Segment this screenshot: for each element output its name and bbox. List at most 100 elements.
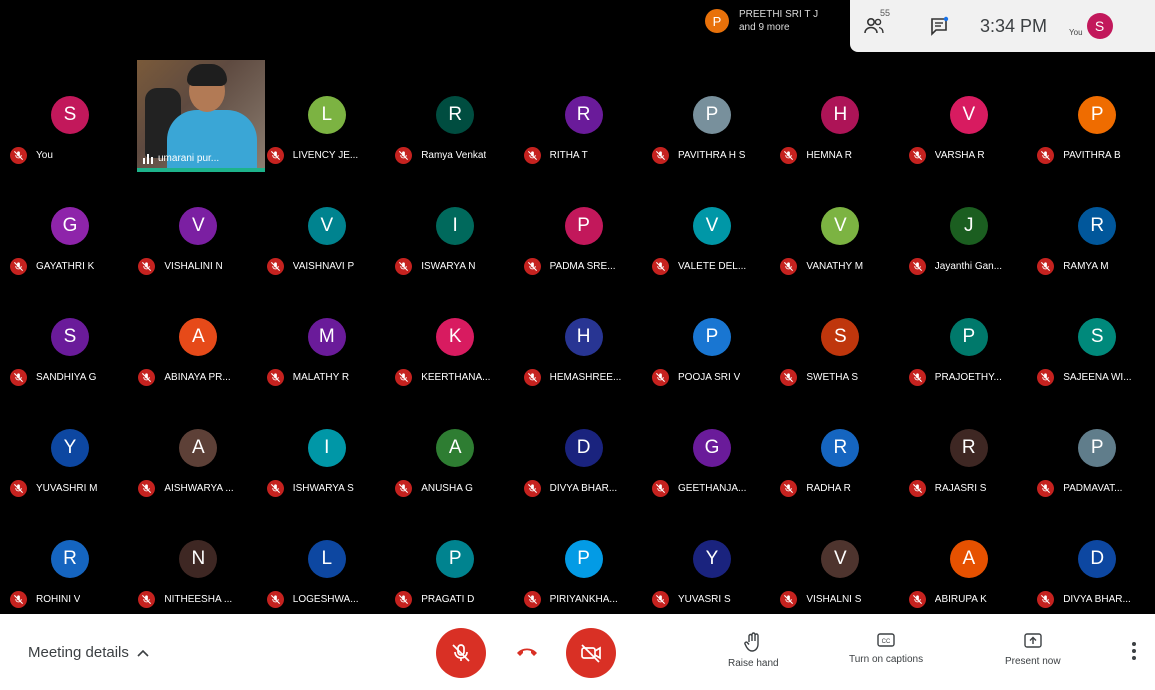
- leave-call-button[interactable]: [515, 644, 539, 663]
- participant-nameline: PAVITHRA H S: [652, 144, 772, 166]
- chat-icon: [931, 16, 949, 36]
- mic-muted-icon: [652, 590, 669, 608]
- video-tile-name: umarani pur...: [158, 153, 220, 164]
- participant-tile[interactable]: H HEMASHREE...: [520, 278, 648, 388]
- participant-nameline: PADMAVAT...: [1037, 477, 1155, 499]
- participant-name: PADMA SRE...: [549, 260, 616, 272]
- participant-name: ISWARYA N: [421, 260, 476, 272]
- camera-off-icon: [581, 644, 601, 663]
- participant-nameline: DIVYA BHAR...: [523, 477, 644, 499]
- meeting-details-button[interactable]: Meeting details: [28, 644, 149, 661]
- mic-muted-icon: [1037, 368, 1055, 386]
- audio-level-icon: [143, 153, 153, 164]
- you-label: You: [1069, 28, 1083, 37]
- participant-tile[interactable]: V VANATHY M: [776, 167, 904, 277]
- participant-avatar: K: [436, 318, 475, 356]
- participant-tile[interactable]: N NITHEESHA ...: [134, 500, 262, 610]
- participant-tile[interactable]: R RAJASRI S: [905, 389, 1033, 499]
- participants-button[interactable]: 55: [862, 8, 890, 38]
- participant-name: LOGESHWA...: [292, 593, 359, 605]
- participant-tile[interactable]: S You: [6, 56, 134, 166]
- participant-avatar: I: [307, 429, 346, 467]
- participant-tile[interactable]: P POOJA SRI V: [648, 278, 776, 388]
- participant-tile[interactable]: J Jayanthi Gan...: [905, 167, 1033, 277]
- participant-tile[interactable]: I ISHWARYA S: [263, 389, 391, 499]
- presenter-indicator[interactable]: P PREETHI SRI T J and 9 more: [705, 8, 818, 34]
- participant-tile[interactable]: D DIVYA BHAR...: [520, 389, 648, 499]
- participant-tile[interactable]: R RADHA R: [776, 389, 904, 499]
- participant-name: HEMNA R: [806, 149, 852, 161]
- present-now-button[interactable]: Present now: [1005, 632, 1061, 667]
- participant-avatar: D: [564, 429, 603, 467]
- participant-tile[interactable]: M MALATHY R: [263, 278, 391, 388]
- mic-muted-icon: [395, 479, 413, 497]
- participant-tile[interactable]: K KEERTHANA...: [391, 278, 519, 388]
- participant-tile[interactable]: P PADMAVAT...: [1033, 389, 1155, 499]
- camera-toggle-button[interactable]: [566, 628, 616, 678]
- participant-tile[interactable]: Y YUVASRI S: [648, 500, 776, 610]
- participant-tile[interactable]: H HEMNA R: [776, 56, 904, 166]
- more-options-button[interactable]: [1131, 642, 1137, 660]
- self-avatar: S: [1086, 13, 1113, 39]
- participant-name: PRAJOETHY...: [934, 371, 1002, 383]
- mic-muted-icon: [266, 590, 284, 608]
- participant-avatar: V: [179, 207, 218, 245]
- participant-tile[interactable]: V VARSHA R: [905, 56, 1033, 166]
- participant-tile[interactable]: G GAYATHRI K: [6, 167, 134, 277]
- participant-name: PRAGATI D: [421, 593, 475, 605]
- mic-muted-icon: [266, 479, 284, 497]
- captions-button[interactable]: CC Turn on captions: [849, 632, 923, 665]
- participant-tile[interactable]: D DIVYA BHAR...: [1033, 500, 1155, 610]
- participant-tile[interactable]: S SWETHA S: [776, 278, 904, 388]
- participant-tile[interactable]: A ABINAYA PR...: [134, 278, 262, 388]
- participant-name: LIVENCY JE...: [292, 149, 359, 161]
- self-account[interactable]: You S: [1069, 13, 1113, 39]
- participant-avatar: R: [564, 96, 603, 134]
- participant-name: ROHINI V: [36, 593, 81, 605]
- participant-tile[interactable]: G GEETHANJA...: [648, 389, 776, 499]
- participant-tile[interactable]: V VALETE DEL...: [648, 167, 776, 277]
- mic-muted-icon: [1037, 590, 1055, 608]
- mic-muted-icon: [523, 257, 541, 275]
- participant-tile[interactable]: R ROHINI V: [6, 500, 134, 610]
- participant-tile[interactable]: A AISHWARYA ...: [134, 389, 262, 499]
- participant-tile[interactable]: R RITHA T: [520, 56, 648, 166]
- participant-tile[interactable]: A ANUSHA G: [391, 389, 519, 499]
- participant-tile[interactable]: P PRAGATI D: [391, 500, 519, 610]
- participant-tile[interactable]: P PADMA SRE...: [520, 167, 648, 277]
- microphone-toggle-button[interactable]: [436, 628, 486, 678]
- participant-name: VANATHY M: [806, 260, 864, 272]
- participant-tile[interactable]: L LOGESHWA...: [263, 500, 391, 610]
- mic-muted-icon: [10, 590, 27, 608]
- participant-tile[interactable]: P PRAJOETHY...: [905, 278, 1033, 388]
- participant-tile[interactable]: I ISWARYA N: [391, 167, 519, 277]
- participant-tile[interactable]: A ABIRUPA K: [905, 500, 1033, 610]
- mic-muted-icon: [395, 257, 413, 275]
- participant-name: SWETHA S: [806, 371, 859, 383]
- participant-avatar: R: [949, 429, 988, 467]
- participant-avatar: V: [693, 207, 731, 245]
- participant-tile[interactable]: V VAISHNAVI P: [263, 167, 391, 277]
- participant-nameline: VANATHY M: [780, 255, 900, 277]
- participant-tile[interactable]: P PIRIYANKHA...: [520, 500, 648, 610]
- participant-name: NITHEESHA ...: [164, 593, 233, 605]
- participant-tile[interactable]: L LIVENCY JE...: [263, 56, 391, 166]
- participant-tile[interactable]: P PAVITHRA H S: [648, 56, 776, 166]
- video-tile[interactable]: umarani pur...: [137, 60, 265, 172]
- raise-hand-button[interactable]: Raise hand: [728, 632, 779, 669]
- participant-avatar: P: [693, 318, 731, 356]
- participant-tile[interactable]: S SANDHIYA G: [6, 278, 134, 388]
- participant-tile[interactable]: R Ramya Venkat: [391, 56, 519, 166]
- participant-tile[interactable]: P PAVITHRA B: [1033, 56, 1155, 166]
- participant-avatar: P: [564, 540, 603, 578]
- more-vert-icon: [1132, 642, 1136, 660]
- participant-tile[interactable]: R RAMYA M: [1033, 167, 1155, 277]
- participant-nameline: ABINAYA PR...: [138, 366, 258, 388]
- participant-tile[interactable]: V VISHALINI N: [134, 167, 262, 277]
- participant-tile[interactable]: V VISHALNI S: [776, 500, 904, 610]
- mic-muted-icon: [10, 368, 27, 386]
- participant-avatar: A: [436, 429, 475, 467]
- chat-button[interactable]: [928, 14, 952, 38]
- participant-tile[interactable]: S SAJEENA WI...: [1033, 278, 1155, 388]
- participant-tile[interactable]: Y YUVASHRI M: [6, 389, 134, 499]
